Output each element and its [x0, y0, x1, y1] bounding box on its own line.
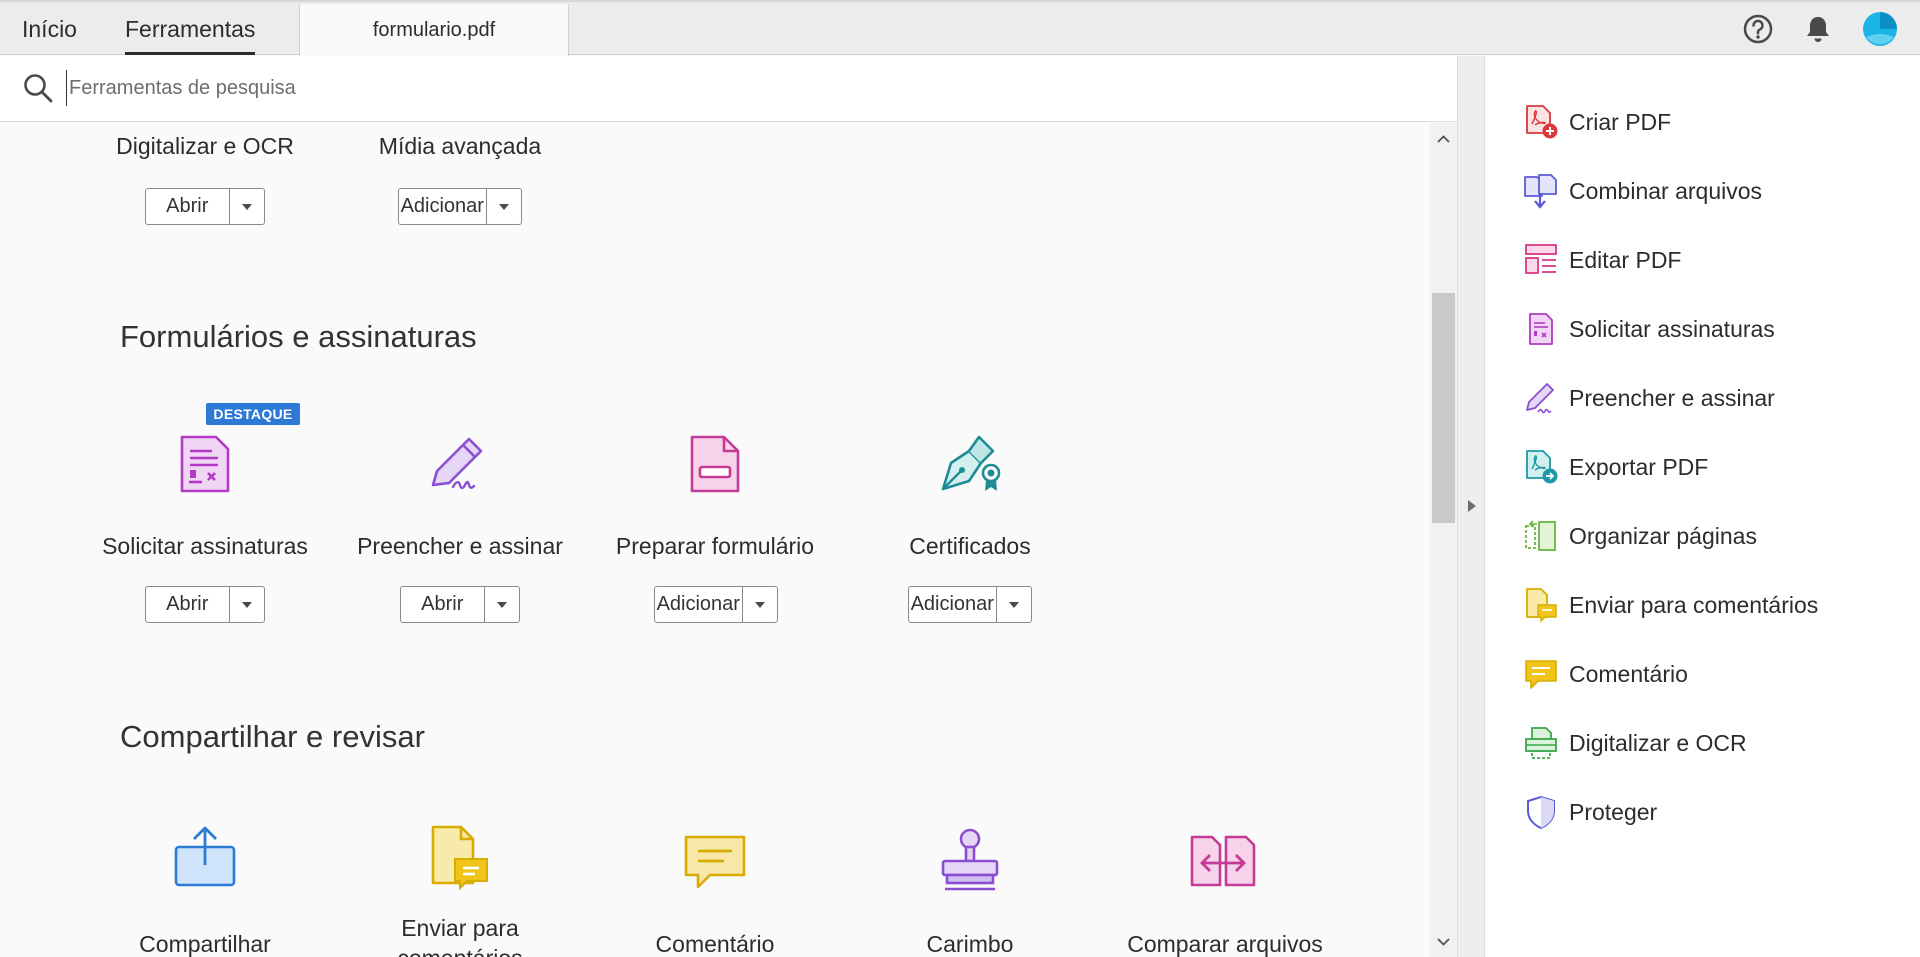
shield-icon: [1527, 795, 1555, 830]
compare-files-icon[interactable]: [1188, 829, 1258, 899]
send-for-comments-icon[interactable]: [425, 823, 495, 893]
tool-label-share: Compartilhar: [139, 931, 271, 957]
scan-ocr-open-button[interactable]: Abrir: [145, 188, 265, 225]
export-pdf-icon: [1526, 450, 1558, 484]
rich-media-add-button[interactable]: Adicionar: [398, 188, 522, 225]
split-button-main[interactable]: Adicionar: [655, 587, 742, 622]
tool-label: Digitalizar e OCR: [116, 133, 294, 159]
panel-item-edit-pdf[interactable]: Editar PDF: [1523, 238, 1681, 282]
certificates-add-button[interactable]: Adicionar: [908, 586, 1032, 623]
comment-icon: [1525, 660, 1557, 689]
panel-item-label: Proteger: [1569, 798, 1658, 825]
section-title-forms: Formulários e assinaturas: [120, 319, 477, 354]
send-for-comments-icon: [1526, 588, 1557, 623]
prepare-form-add-button[interactable]: Adicionar: [654, 586, 778, 623]
split-button-main[interactable]: Abrir: [401, 587, 484, 622]
panel-item-label: Comentário: [1569, 660, 1688, 687]
tool-label-prepare-form: Preparar formulário: [615, 533, 815, 559]
request-signatures-open-button[interactable]: Abrir: [145, 586, 265, 623]
scroll-up-icon[interactable]: [1437, 133, 1450, 146]
search-icon: [24, 74, 53, 103]
chevron-down-icon[interactable]: [483, 587, 519, 622]
panel-item-export-pdf[interactable]: Exportar PDF: [1523, 445, 1708, 489]
tool-label-stamp: Carimbo: [926, 931, 1014, 957]
request-signatures-icon: [1529, 313, 1553, 345]
panel-item-label: Solicitar assinaturas: [1569, 315, 1775, 342]
tool-label-comment: Comentário: [655, 931, 775, 957]
tools-list: Digitalizar e OCR Abrir Mídia avançada A…: [0, 123, 1430, 957]
featured-badge: DESTAQUE: [206, 403, 300, 425]
fill-sign-icon: [1526, 383, 1554, 414]
share-icon[interactable]: [170, 823, 240, 893]
tool-label-compare-files: Comparar arquivos: [1127, 931, 1323, 957]
split-button-main[interactable]: Adicionar: [909, 587, 996, 622]
fill-sign-icon[interactable]: [423, 429, 493, 499]
tool-label-request-signatures: Solicitar assinaturas: [102, 533, 308, 559]
search-input[interactable]: [66, 70, 1366, 106]
tool-label-send-for-comments: Enviar para comentários: [397, 915, 522, 957]
organize-pages-icon: [1525, 520, 1556, 551]
section-title-share-review: Compartilhar e revisar: [120, 719, 425, 754]
panel-item-label: Organizar páginas: [1569, 522, 1757, 549]
panel-item-protect[interactable]: Proteger: [1523, 790, 1657, 834]
main-scrollbar[interactable]: [1430, 123, 1457, 957]
tool-label-certificates: Certificados: [909, 533, 1031, 559]
panel-item-label: Enviar para comentários: [1569, 591, 1819, 618]
panel-item-label: Digitalizar e OCR: [1569, 729, 1747, 756]
help-icon[interactable]: [1742, 13, 1774, 45]
split-button-main[interactable]: Abrir: [146, 587, 229, 622]
split-button-main[interactable]: Abrir: [146, 189, 229, 224]
panel-item-create-pdf[interactable]: Criar PDF: [1523, 100, 1671, 144]
create-pdf-icon: [1526, 105, 1558, 139]
panel-item-fill-sign[interactable]: Preencher e assinar: [1523, 376, 1775, 420]
tab-tools[interactable]: Ferramentas: [125, 16, 256, 55]
panel-item-label: Combinar arquivos: [1569, 177, 1763, 204]
panel-item-comment[interactable]: Comentário: [1523, 652, 1688, 696]
certificates-icon[interactable]: [935, 429, 1005, 499]
comment-icon[interactable]: [680, 829, 750, 899]
prepare-form-icon[interactable]: [680, 429, 750, 499]
top-tab-bar: Início Ferramentas formulario.pdf: [0, 0, 1920, 57]
right-tools-panel: Criar PDF Combinar arquivos Editar PDF S…: [1485, 56, 1920, 957]
tool-label: Mídia avançada: [378, 133, 542, 159]
chevron-down-icon[interactable]: [995, 587, 1031, 622]
bell-icon[interactable]: [1802, 13, 1834, 45]
combine-files-icon: [1524, 174, 1557, 209]
search-bar: [0, 56, 1457, 122]
tab-document-label: formulario.pdf: [372, 19, 496, 41]
scroll-thumb[interactable]: [1432, 293, 1455, 523]
split-button-main[interactable]: Adicionar: [399, 189, 486, 224]
panel-divider: [1457, 56, 1485, 957]
panel-item-label: Preencher e assinar: [1569, 384, 1775, 411]
collapse-panel-icon[interactable]: [1466, 498, 1478, 514]
stamp-icon[interactable]: [935, 825, 1005, 895]
scroll-down-icon[interactable]: [1437, 935, 1450, 948]
edit-pdf-icon: [1525, 244, 1557, 274]
fill-sign-open-button[interactable]: Abrir: [400, 586, 520, 623]
panel-item-label: Editar PDF: [1569, 246, 1682, 273]
tool-label-fill-sign: Preencher e assinar: [357, 533, 563, 559]
panel-item-label: Criar PDF: [1569, 108, 1672, 135]
panel-item-label: Exportar PDF: [1569, 453, 1709, 480]
chevron-down-icon[interactable]: [228, 587, 264, 622]
chevron-down-icon[interactable]: [741, 587, 777, 622]
scan-ocr-icon: [1525, 727, 1557, 759]
chevron-down-icon[interactable]: [485, 189, 521, 224]
tab-home[interactable]: Início: [22, 16, 77, 43]
panel-item-organize-pages[interactable]: Organizar páginas: [1523, 514, 1757, 558]
panel-item-send-for-comments[interactable]: Enviar para comentários: [1523, 583, 1818, 627]
tab-document[interactable]: formulario.pdf: [299, 4, 569, 57]
request-signatures-icon[interactable]: [170, 429, 240, 499]
panel-item-combine-files[interactable]: Combinar arquivos: [1523, 169, 1762, 213]
avatar[interactable]: [1862, 11, 1898, 47]
panel-item-request-signatures[interactable]: Solicitar assinaturas: [1523, 307, 1775, 351]
chevron-down-icon[interactable]: [228, 189, 264, 224]
panel-item-scan-ocr[interactable]: Digitalizar e OCR: [1523, 721, 1747, 765]
